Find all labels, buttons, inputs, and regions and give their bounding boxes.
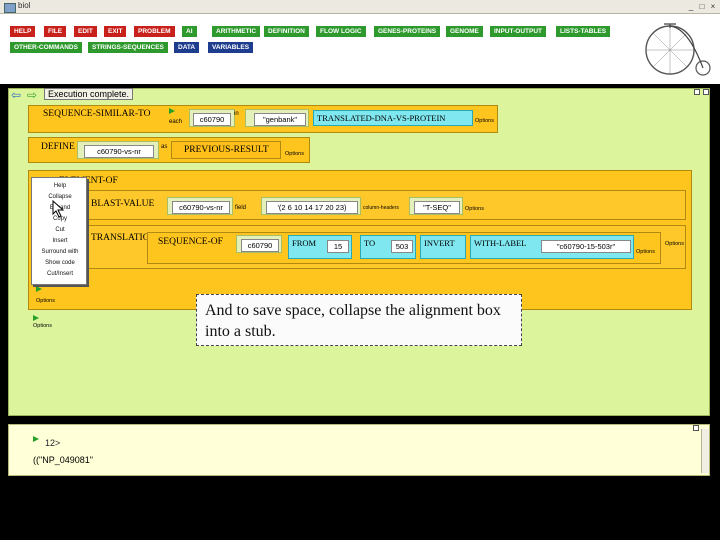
ctx-show-code-item[interactable]: Show code (32, 260, 88, 266)
column-headers-label: column-headers (363, 205, 399, 211)
sequence-of-box[interactable]: SEQUENCE-OF c60790 FROM 15 TO 503 INVERT… (147, 232, 661, 264)
menu-problem-button[interactable]: PROBLEM (134, 26, 175, 37)
mode-label: TRANSLATED-DNA-VS-PROTEIN (317, 113, 446, 123)
query-slot[interactable]: c60790 (189, 109, 235, 127)
output-panel: 12> (("NP_049081" (8, 424, 710, 476)
menu-help-button[interactable]: HELP (10, 26, 36, 37)
bicycle-logo (645, 23, 711, 76)
previous-result-box[interactable]: PREVIOUS-RESULT (171, 141, 281, 159)
define-label: DEFINE (41, 142, 75, 152)
each-label: each (169, 119, 183, 125)
output-result: (("NP_049081" (33, 455, 93, 465)
with-label-input[interactable]: "c60790-15-503r" (541, 240, 631, 253)
previous-result-label: PREVIOUS-RESULT (184, 145, 269, 155)
menu-file-button[interactable]: FILE (44, 26, 67, 37)
tseq-slot[interactable]: "T-SEQ" (409, 197, 463, 215)
flag-icon (169, 108, 175, 114)
tutorial-callout: And to save space, collapse the alignmen… (196, 294, 522, 346)
field-label: field (235, 205, 247, 211)
ctx-surround-with-item[interactable]: Surround with (32, 249, 88, 255)
output-maximize-icon[interactable] (693, 425, 699, 431)
workspace-close-icon[interactable] (703, 89, 709, 95)
in-label: in (234, 111, 239, 117)
blast-value-label: BLAST-VALUE (91, 199, 155, 209)
menu-definition-button[interactable]: DEFINITION (264, 26, 309, 37)
maximize-button[interactable]: □ (697, 2, 707, 11)
menu-input-output-button[interactable]: INPUT-OUTPUT (490, 26, 547, 37)
context-menu[interactable]: Help Collapse Expand Copy Cut Insert Sur… (31, 177, 87, 285)
indices-input[interactable]: '(2 6 10 14 17 20 23) (266, 201, 358, 214)
invert-box[interactable]: INVERT (420, 235, 466, 259)
from-label: FROM (292, 238, 317, 248)
close-window-button[interactable]: × (708, 2, 718, 11)
menu-area: HELP FILE EDIT EXIT PROBLEM AI ARITHMETI… (0, 14, 720, 84)
menu-edit-button[interactable]: EDIT (74, 26, 97, 37)
translation-options-link[interactable]: Options (665, 241, 684, 247)
ctx-cut-item[interactable]: Cut (32, 227, 88, 233)
translation-of-box[interactable]: TRANSLATION-OF SEQUENCE-OF c60790 FROM 1… (36, 225, 686, 269)
output-scrollbar[interactable] (701, 429, 709, 473)
menu-strings-sequences-button[interactable]: STRINGS-SEQUENCES (88, 42, 168, 53)
blast-var-slot[interactable]: c60790-vs-nr (167, 197, 233, 215)
indices-slot[interactable]: '(2 6 10 14 17 20 23) (261, 197, 361, 215)
seq-var-input[interactable]: c60790 (241, 239, 279, 252)
menu-variables-button[interactable]: VARIABLES (208, 42, 254, 53)
menu-data-button[interactable]: DATA (174, 42, 200, 53)
menu-ai-button[interactable]: AI (182, 26, 197, 37)
blast-options-link[interactable]: Options (465, 206, 484, 212)
to-input[interactable]: 503 (391, 240, 413, 253)
output-prompt: 12> (45, 438, 61, 448)
menu-flow-logic-button[interactable]: FLOW LOGIC (316, 26, 366, 37)
database-slot[interactable]: "genbank" (245, 109, 309, 127)
menu-genes-proteins-button[interactable]: GENES-PROTEINS (374, 26, 441, 37)
define-box[interactable]: DEFINE c60790-vs-nr as PREVIOUS-RESULT O… (28, 137, 310, 163)
mouse-pointer-icon (52, 200, 65, 218)
to-box[interactable]: TO 503 (360, 235, 416, 259)
database-input[interactable]: "genbank" (254, 113, 306, 126)
workspace-maximize-icon[interactable] (694, 89, 700, 95)
outer-options-link[interactable]: Options (33, 323, 52, 329)
to-label: TO (364, 238, 376, 248)
define-var-input[interactable]: c60790-vs-nr (84, 145, 154, 158)
flag-icon (33, 436, 39, 442)
menu-lists-tables-button[interactable]: LISTS-TABLES (556, 26, 611, 37)
sequence-similar-to-box[interactable]: SEQUENCE-SIMILAR-TO each c60790 in "genb… (28, 105, 498, 133)
window-title: biol (18, 1, 31, 10)
menu-exit-button[interactable]: EXIT (104, 26, 127, 37)
blast-var-input[interactable]: c60790-vs-nr (172, 201, 230, 214)
invert-label: INVERT (424, 238, 455, 248)
options-link[interactable]: Options (475, 118, 494, 124)
status-message: Execution complete. (44, 88, 134, 100)
forward-arrow-icon[interactable]: ⇨ (27, 89, 37, 101)
ctx-help-item[interactable]: Help (32, 183, 88, 189)
back-arrow-icon[interactable]: ⇦ (11, 89, 21, 101)
from-input[interactable]: 15 (327, 240, 349, 253)
app-icon (4, 3, 16, 13)
blast-value-box[interactable]: BLAST-VALUE c60790-vs-nr field '(2 6 10 … (36, 190, 686, 220)
with-label-box[interactable]: WITH-LABEL "c60790-15-503r" (470, 235, 634, 259)
as-label: as (161, 144, 168, 150)
sequence-of-options-link[interactable]: Options (636, 249, 655, 255)
seq-var-slot[interactable]: c60790 (236, 235, 282, 253)
menu-other-commands-button[interactable]: OTHER-COMMANDS (10, 42, 82, 53)
screen-bottom-area (0, 484, 720, 540)
ctx-cut-insert-item[interactable]: Cut/Insert (32, 271, 88, 277)
element-of-options-link[interactable]: Options (36, 298, 55, 304)
tseq-input[interactable]: "T-SEQ" (414, 201, 460, 214)
mode-box[interactable]: TRANSLATED-DNA-VS-PROTEIN (313, 110, 473, 126)
query-input[interactable]: c60790 (193, 113, 231, 126)
define-var-slot[interactable]: c60790-vs-nr (77, 141, 159, 159)
window-titlebar: biol _ □ × (0, 0, 720, 14)
ctx-insert-item[interactable]: Insert (32, 238, 88, 244)
minimize-button[interactable]: _ (686, 2, 696, 11)
from-box[interactable]: FROM 15 (288, 235, 352, 259)
callout-text: And to save space, collapse the alignmen… (205, 302, 501, 340)
sequence-of-label: SEQUENCE-OF (158, 237, 223, 247)
sequence-similar-to-label: SEQUENCE-SIMILAR-TO (43, 109, 151, 119)
define-options-link[interactable]: Options (285, 151, 304, 157)
menu-genome-button[interactable]: GENOME (446, 26, 483, 37)
with-label-label: WITH-LABEL (474, 238, 527, 248)
menu-arithmetic-button[interactable]: ARITHMETIC (212, 26, 261, 37)
